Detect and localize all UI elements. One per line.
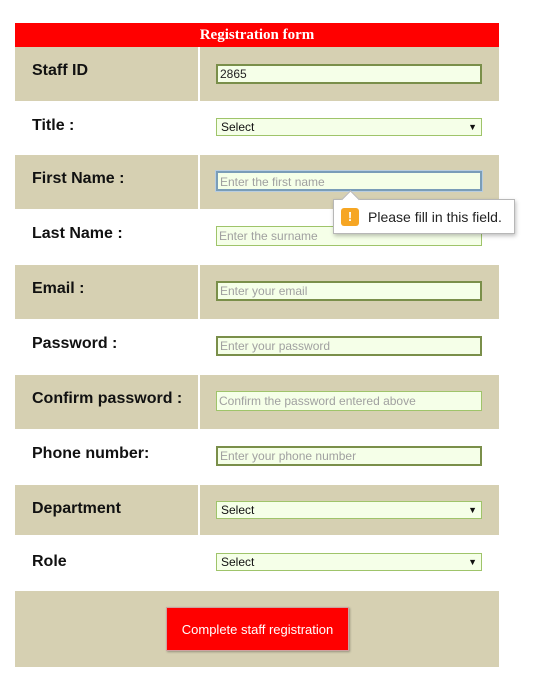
department-label: Department (15, 485, 198, 535)
email-field[interactable]: Enter your email (216, 281, 482, 301)
role-label: Role (32, 553, 67, 570)
phone-row: Phone number: Enter your phone number (15, 429, 499, 485)
email-row: Email : Enter your email (15, 265, 499, 319)
department-select[interactable]: Select ▼ (216, 501, 482, 519)
department-select-value: Select (221, 503, 255, 517)
confirm-password-label: Confirm password : (15, 375, 198, 429)
confirm-password-row: Confirm password : Confirm the password … (15, 375, 499, 429)
confirm-password-field[interactable]: Confirm the password entered above (216, 391, 482, 411)
department-row: Department Select ▼ (15, 485, 499, 535)
title-row: Title : Select ▼ (15, 101, 499, 155)
password-row: Password : Enter your password (15, 319, 499, 375)
staff-id-field[interactable]: 2865 (216, 64, 482, 84)
last-name-label: Last Name : (32, 225, 123, 242)
phone-label: Phone number: (32, 445, 150, 462)
role-row: Role Select ▼ (15, 535, 499, 584)
dropdown-arrow-icon: ▼ (468, 505, 477, 515)
email-label: Email : (15, 265, 198, 319)
validation-tooltip: ! Please fill in this field. (333, 199, 515, 234)
password-label: Password : (32, 335, 118, 352)
role-select-value: Select (221, 555, 255, 569)
title-label: Title : (32, 117, 75, 134)
registration-form: Registration form Staff ID 2865 Title : … (15, 23, 499, 667)
first-name-field[interactable]: Enter the first name (215, 170, 483, 192)
dropdown-arrow-icon: ▼ (468, 557, 477, 567)
form-title: Registration form (15, 23, 499, 47)
role-select[interactable]: Select ▼ (216, 553, 482, 571)
tooltip-text: Please fill in this field. (368, 208, 502, 225)
submit-row: Complete staff registration (15, 591, 499, 667)
title-select[interactable]: Select ▼ (216, 118, 482, 136)
staff-id-row: Staff ID 2865 (15, 47, 499, 101)
complete-registration-button[interactable]: Complete staff registration (166, 607, 349, 651)
title-select-value: Select (221, 120, 255, 134)
phone-field[interactable]: Enter your phone number (216, 446, 482, 466)
password-field[interactable]: Enter your password (216, 336, 482, 356)
first-name-label: First Name : (15, 155, 198, 209)
staff-id-label: Staff ID (15, 47, 198, 101)
warning-icon: ! (341, 207, 359, 226)
dropdown-arrow-icon: ▼ (468, 122, 477, 132)
